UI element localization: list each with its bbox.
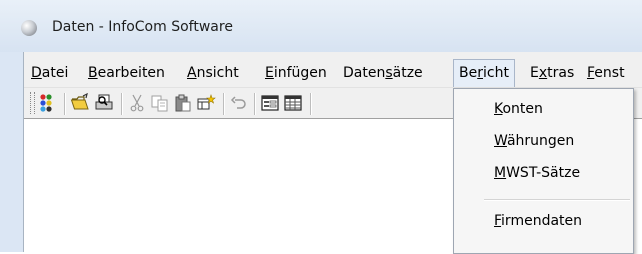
menu-bar: Datei Bearbeiten Ansicht Einfügen Datens… xyxy=(24,59,642,88)
app-window: Daten - InfoCom Software Datei Bearbeite… xyxy=(0,0,642,254)
toolbar-separator xyxy=(64,93,65,115)
bericht-dropdown-menu: Konten Währungen MWST-Sätze Firmendaten xyxy=(453,88,634,254)
undo-icon[interactable] xyxy=(229,93,249,113)
menu-datensaetze[interactable]: Datensätze xyxy=(343,60,423,87)
paste-icon[interactable] xyxy=(173,93,193,113)
menu-extras[interactable]: Extras xyxy=(530,60,574,87)
colors-icon[interactable] xyxy=(38,93,58,113)
title-bar[interactable]: Daten - InfoCom Software xyxy=(0,0,642,52)
menu-separator xyxy=(484,199,630,200)
menu-bearbeiten[interactable]: Bearbeiten xyxy=(88,60,165,87)
form-view-icon[interactable] xyxy=(260,93,280,113)
toolbar-separator xyxy=(254,93,255,115)
window-title: Daten - InfoCom Software xyxy=(52,19,233,35)
menu-ansicht[interactable]: Ansicht xyxy=(187,60,239,87)
print-preview-icon[interactable] xyxy=(94,93,114,113)
table-view-icon[interactable] xyxy=(283,93,303,113)
app-icon[interactable] xyxy=(21,20,37,36)
new-record-icon[interactable] xyxy=(196,93,216,113)
menu-einfuegen[interactable]: Einfügen xyxy=(265,60,327,87)
toolbar-separator xyxy=(121,93,122,115)
menu-datei[interactable]: Datei xyxy=(31,60,68,87)
menu-item-firmendaten[interactable]: Firmendaten xyxy=(494,210,582,232)
cut-icon[interactable] xyxy=(127,93,147,113)
menu-bericht[interactable]: Bericht xyxy=(453,59,515,87)
menu-item-waehrungen[interactable]: Währungen xyxy=(494,130,574,152)
open-folder-icon[interactable] xyxy=(70,92,90,113)
toolbar-grip[interactable] xyxy=(30,92,35,114)
copy-icon[interactable] xyxy=(150,93,170,113)
toolbar-separator xyxy=(223,93,224,115)
menu-item-mwst-saetze[interactable]: MWST-Sätze xyxy=(494,162,580,184)
menu-fenster[interactable]: Fenst xyxy=(587,60,625,87)
toolbar-separator xyxy=(310,93,311,115)
menu-item-konten[interactable]: Konten xyxy=(494,98,543,120)
